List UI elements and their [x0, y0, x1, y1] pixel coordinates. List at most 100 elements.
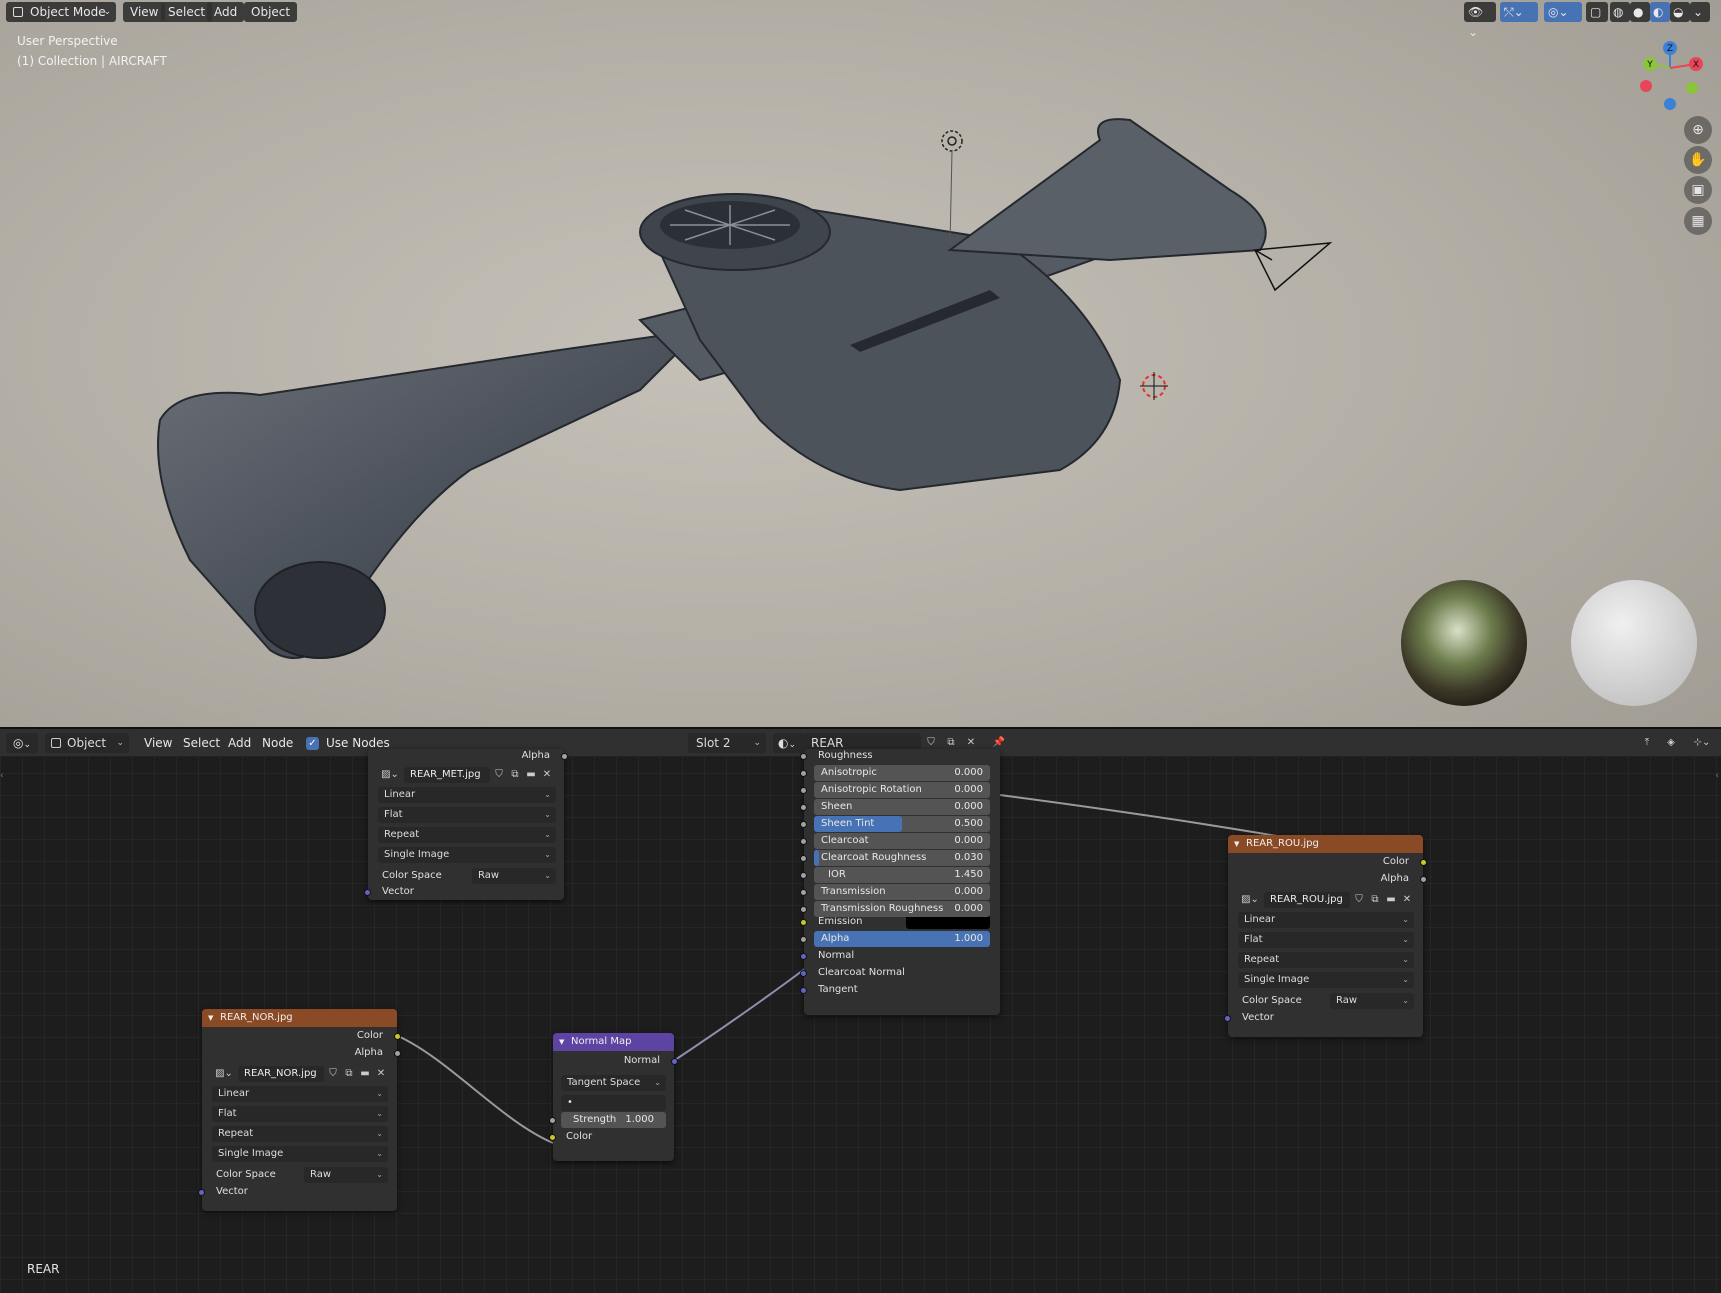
normal-input-socket[interactable]	[800, 953, 807, 960]
image-selector[interactable]: ▨⌄ REAR_NOR.jpg ⛉ ⧉ ▬ ✕	[212, 1066, 388, 1082]
strength-input-socket[interactable]	[549, 1117, 556, 1124]
menu-object[interactable]: Object	[244, 2, 298, 22]
bsdf-input-socket[interactable]	[800, 787, 807, 794]
emission-color-swatch[interactable]	[906, 915, 990, 929]
extension-select[interactable]: Repeat ⌄	[378, 827, 556, 843]
material-shading-icon[interactable]: ◐	[1650, 2, 1670, 22]
space-select[interactable]: Tangent Space ⌄	[561, 1075, 666, 1091]
vector-input-socket[interactable]	[1224, 1015, 1231, 1022]
menu-view[interactable]: View	[137, 733, 179, 753]
zoom-icon[interactable]: ⊕	[1684, 116, 1712, 144]
open-image-folder-icon[interactable]: ▬	[358, 1067, 372, 1081]
extension-select[interactable]: Repeat ⌄	[212, 1126, 388, 1142]
duplicate-image-icon[interactable]: ⧉	[342, 1067, 356, 1081]
projection-select[interactable]: Flat ⌄	[212, 1106, 388, 1122]
unlink-image-icon[interactable]: ✕	[540, 768, 554, 782]
menu-view[interactable]: View	[123, 2, 166, 22]
duplicate-image-icon[interactable]: ⧉	[1368, 893, 1382, 907]
uv-map-field[interactable]: •	[561, 1095, 666, 1111]
bsdf-field-clearcoat[interactable]: Clearcoat 0.000	[814, 833, 990, 849]
bsdf-input-socket[interactable]	[800, 906, 807, 913]
interpolation-select[interactable]: Linear ⌄	[378, 787, 556, 803]
color-output-socket[interactable]	[394, 1033, 401, 1040]
projection-select[interactable]: Flat ⌄	[1238, 932, 1414, 948]
alpha-output-socket[interactable]	[1420, 876, 1427, 883]
fake-user-shield-icon[interactable]: ⛉	[326, 1067, 340, 1081]
open-image-folder-icon[interactable]: ▬	[524, 768, 538, 782]
bsdf-field-anisotropic[interactable]: Anisotropic 0.000	[814, 765, 990, 781]
slot-selector[interactable]: Slot 2 ⌄	[688, 733, 766, 753]
pan-hand-icon[interactable]: ✋	[1684, 146, 1712, 174]
fake-user-shield-icon[interactable]: ⛉	[924, 736, 938, 750]
roughness-input-socket[interactable]	[800, 753, 807, 760]
strength-field[interactable]: Strength 1.000	[561, 1112, 666, 1128]
bsdf-field-sheen[interactable]: Sheen 0.000	[814, 799, 990, 815]
bsdf-input-socket[interactable]	[800, 855, 807, 862]
perspective-toggle-icon[interactable]: ▦	[1684, 207, 1712, 235]
fake-user-shield-icon[interactable]: ⛉	[492, 768, 506, 782]
color-space-select[interactable]: Raw ⌄	[304, 1167, 388, 1183]
material-browse-button[interactable]: ◐⌄	[773, 733, 803, 753]
gizmo-toggle-icon[interactable]: ⤲⌄	[1500, 2, 1538, 22]
bsdf-field-transmission[interactable]: Transmission 0.000	[814, 884, 990, 900]
solid-shading-icon[interactable]: ●	[1630, 2, 1650, 22]
vector-input-socket[interactable]	[364, 889, 371, 896]
collapse-triangle-icon[interactable]: ▼	[208, 1009, 213, 1027]
color-space-select[interactable]: Raw ⌄	[472, 868, 556, 884]
shading-options-icon[interactable]: ⌄	[1690, 2, 1710, 22]
3d-viewport[interactable]: Object Mode ⌄ View Select Add Object 👁⌄ …	[0, 0, 1721, 727]
alpha-field[interactable]: Alpha 1.000	[814, 931, 990, 947]
parent-node-tree-icon[interactable]: ⤒	[1640, 736, 1654, 750]
source-select[interactable]: Single Image ⌄	[1238, 972, 1414, 988]
bsdf-field-anisotropic-rotation[interactable]: Anisotropic Rotation 0.000	[814, 782, 990, 798]
extension-select[interactable]: Repeat ⌄	[1238, 952, 1414, 968]
menu-add[interactable]: Add	[221, 733, 258, 753]
menu-select[interactable]: Select	[176, 733, 227, 753]
open-image-folder-icon[interactable]: ▬	[1384, 893, 1398, 907]
principled-bsdf-node[interactable]: Roughness Emission Alpha 1.000 Normal Cl…	[800, 749, 1000, 1015]
image-browse-icon[interactable]: ▨⌄	[1238, 893, 1262, 907]
image-selector[interactable]: ▨⌄ REAR_MET.jpg ⛉ ⧉ ▬ ✕	[378, 767, 556, 783]
bsdf-field-clearcoat-roughness[interactable]: Clearcoat Roughness 0.030	[814, 850, 990, 866]
bsdf-input-socket[interactable]	[800, 889, 807, 896]
node-header[interactable]: ▼ REAR_NOR.jpg	[202, 1009, 397, 1027]
vector-input-socket[interactable]	[198, 1189, 205, 1196]
image-selector[interactable]: ▨⌄ REAR_ROU.jpg ⛉ ⧉ ▬ ✕	[1238, 892, 1414, 908]
bsdf-field-sheen-tint[interactable]: Sheen Tint 0.500	[814, 816, 990, 832]
menu-select[interactable]: Select	[161, 2, 213, 22]
node-header[interactable]: ▼ REAR_ROU.jpg	[1228, 835, 1423, 853]
tangent-input-socket[interactable]	[800, 987, 807, 994]
sidebar-toggle-right[interactable]: ‹	[1715, 771, 1719, 781]
color-space-select[interactable]: Raw ⌄	[1330, 993, 1414, 1009]
image-texture-node-nor[interactable]: ▼ REAR_NOR.jpg Color Alpha ▨⌄ REAR_NOR.jp…	[198, 1009, 401, 1211]
duplicate-material-icon[interactable]: ⧉	[944, 736, 958, 750]
bsdf-input-socket[interactable]	[800, 770, 807, 777]
snapping-options-icon[interactable]: ⊹⌄	[1688, 736, 1716, 750]
source-select[interactable]: Single Image ⌄	[378, 847, 556, 863]
use-nodes-checkbox[interactable]: ✓	[306, 737, 319, 750]
bsdf-field-ior[interactable]: IOR 1.450	[814, 867, 990, 883]
snap-icon[interactable]: ◈	[1664, 736, 1678, 750]
menu-add[interactable]: Add	[207, 2, 245, 22]
color-input-socket[interactable]	[549, 1134, 556, 1141]
unlink-image-icon[interactable]: ✕	[374, 1067, 388, 1081]
alpha-input-socket[interactable]	[800, 936, 807, 943]
image-browse-icon[interactable]: ▨⌄	[378, 768, 402, 782]
visibility-icon[interactable]: 👁⌄	[1464, 2, 1496, 39]
bsdf-input-socket[interactable]	[800, 804, 807, 811]
color-output-socket[interactable]	[1420, 859, 1427, 866]
bsdf-input-socket[interactable]	[800, 838, 807, 845]
mode-selector[interactable]: Object Mode ⌄	[6, 2, 116, 22]
interpolation-select[interactable]: Linear ⌄	[212, 1086, 388, 1102]
shader-node-editor[interactable]: ◎⌄ Object ⌄ View Select Add Node ✓ Use No…	[0, 729, 1721, 1293]
alpha-output-socket[interactable]	[561, 753, 568, 760]
collapse-triangle-icon[interactable]: ▼	[559, 1033, 564, 1051]
source-select[interactable]: Single Image ⌄	[212, 1146, 388, 1162]
object-type-selector[interactable]: Object ⌄	[45, 733, 129, 753]
collapse-triangle-icon[interactable]: ▼	[1234, 835, 1239, 853]
image-texture-node-rou[interactable]: ▼ REAR_ROU.jpg Color Alpha ▨⌄ REAR_ROU.jp…	[1224, 835, 1427, 1037]
unlink-material-icon[interactable]: ✕	[964, 736, 978, 750]
image-texture-node-met[interactable]: Alpha ▨⌄ REAR_MET.jpg ⛉ ⧉ ▬ ✕ Linear ⌄ Fl…	[364, 749, 568, 900]
bsdf-input-socket[interactable]	[800, 821, 807, 828]
sidebar-toggle-left[interactable]: ‹	[0, 771, 4, 781]
